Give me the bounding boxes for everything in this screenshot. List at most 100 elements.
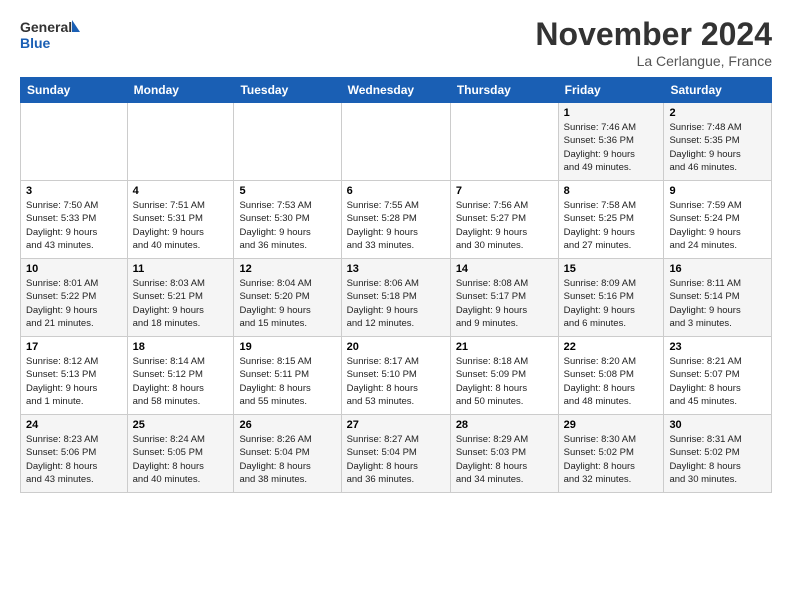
day-number: 17: [26, 341, 122, 353]
day-number: 4: [133, 185, 229, 197]
day-info: Sunrise: 8:31 AMSunset: 5:02 PMDaylight:…: [669, 433, 766, 486]
calendar-cell: 11 Sunrise: 8:03 AMSunset: 5:21 PMDayligh…: [127, 259, 234, 337]
calendar-cell: 12Sunrise: 8:04 AMSunset: 5:20 PMDayligh…: [234, 259, 341, 337]
calendar: SundayMondayTuesdayWednesdayThursdayFrid…: [20, 77, 772, 493]
day-number: 18: [133, 341, 229, 353]
day-number: 9: [669, 185, 766, 197]
day-info: Sunrise: 8:12 AMSunset: 5:13 PMDaylight:…: [26, 355, 122, 408]
weekday-header-row: SundayMondayTuesdayWednesdayThursdayFrid…: [21, 78, 772, 103]
day-info: Sunrise: 7:55 AMSunset: 5:28 PMDaylight:…: [347, 199, 445, 252]
day-info: Sunrise: 8:15 AMSunset: 5:11 PMDaylight:…: [239, 355, 335, 408]
calendar-cell: 25 Sunrise: 8:24 AMSunset: 5:05 PMDayligh…: [127, 415, 234, 493]
week-row-3: 10Sunrise: 8:01 AMSunset: 5:22 PMDayligh…: [21, 259, 772, 337]
day-info: Sunrise: 7:50 AMSunset: 5:33 PMDaylight:…: [26, 199, 122, 252]
calendar-cell: 3 Sunrise: 7:50 AMSunset: 5:33 PMDaylight…: [21, 181, 128, 259]
week-row-4: 17 Sunrise: 8:12 AMSunset: 5:13 PMDayligh…: [21, 337, 772, 415]
calendar-cell: 19 Sunrise: 8:15 AMSunset: 5:11 PMDayligh…: [234, 337, 341, 415]
day-info: Sunrise: 8:08 AMSunset: 5:17 PMDaylight:…: [456, 277, 553, 330]
weekday-header-thursday: Thursday: [450, 78, 558, 103]
day-number: 13: [347, 263, 445, 275]
calendar-cell: 30 Sunrise: 8:31 AMSunset: 5:02 PMDayligh…: [664, 415, 772, 493]
day-info: Sunrise: 8:30 AMSunset: 5:02 PMDaylight:…: [564, 433, 659, 486]
day-number: 6: [347, 185, 445, 197]
weekday-header-sunday: Sunday: [21, 78, 128, 103]
calendar-cell: 2 Sunrise: 7:48 AMSunset: 5:35 PMDaylight…: [664, 103, 772, 181]
weekday-header-monday: Monday: [127, 78, 234, 103]
day-number: 8: [564, 185, 659, 197]
calendar-cell: 21Sunrise: 8:18 AMSunset: 5:09 PMDayligh…: [450, 337, 558, 415]
calendar-cell: 17 Sunrise: 8:12 AMSunset: 5:13 PMDayligh…: [21, 337, 128, 415]
day-info: Sunrise: 8:23 AMSunset: 5:06 PMDaylight:…: [26, 433, 122, 486]
day-number: 19: [239, 341, 335, 353]
weekday-header-friday: Friday: [558, 78, 664, 103]
day-number: 10: [26, 263, 122, 275]
page: General Blue November 2024 La Cerlangue,…: [0, 0, 792, 612]
day-info: Sunrise: 8:11 AMSunset: 5:14 PMDaylight:…: [669, 277, 766, 330]
day-number: 15: [564, 263, 659, 275]
day-info: Sunrise: 7:53 AMSunset: 5:30 PMDaylight:…: [239, 199, 335, 252]
week-row-2: 3 Sunrise: 7:50 AMSunset: 5:33 PMDaylight…: [21, 181, 772, 259]
day-info: Sunrise: 7:51 AMSunset: 5:31 PMDaylight:…: [133, 199, 229, 252]
day-number: 3: [26, 185, 122, 197]
day-info: Sunrise: 8:06 AMSunset: 5:18 PMDaylight:…: [347, 277, 445, 330]
day-number: 28: [456, 419, 553, 431]
location: La Cerlangue, France: [535, 53, 772, 69]
day-number: 20: [347, 341, 445, 353]
day-info: Sunrise: 7:56 AMSunset: 5:27 PMDaylight:…: [456, 199, 553, 252]
calendar-cell: [234, 103, 341, 181]
calendar-cell: 27Sunrise: 8:27 AMSunset: 5:04 PMDayligh…: [341, 415, 450, 493]
calendar-cell: 20 Sunrise: 8:17 AMSunset: 5:10 PMDayligh…: [341, 337, 450, 415]
day-info: Sunrise: 7:58 AMSunset: 5:25 PMDaylight:…: [564, 199, 659, 252]
calendar-cell: 28 Sunrise: 8:29 AMSunset: 5:03 PMDayligh…: [450, 415, 558, 493]
week-row-1: 1 Sunrise: 7:46 AMSunset: 5:36 PMDaylight…: [21, 103, 772, 181]
logo-svg: General Blue: [20, 16, 80, 56]
svg-text:General: General: [20, 19, 72, 35]
calendar-cell: 15 Sunrise: 8:09 AMSunset: 5:16 PMDayligh…: [558, 259, 664, 337]
header: General Blue November 2024 La Cerlangue,…: [20, 16, 772, 69]
calendar-cell: 26 Sunrise: 8:26 AMSunset: 5:04 PMDayligh…: [234, 415, 341, 493]
calendar-cell: 7 Sunrise: 7:56 AMSunset: 5:27 PMDaylight…: [450, 181, 558, 259]
logo: General Blue: [20, 16, 80, 56]
day-info: Sunrise: 8:14 AMSunset: 5:12 PMDaylight:…: [133, 355, 229, 408]
day-info: Sunrise: 7:59 AMSunset: 5:24 PMDaylight:…: [669, 199, 766, 252]
day-number: 22: [564, 341, 659, 353]
day-info: Sunrise: 8:21 AMSunset: 5:07 PMDaylight:…: [669, 355, 766, 408]
calendar-cell: 8 Sunrise: 7:58 AMSunset: 5:25 PMDaylight…: [558, 181, 664, 259]
day-info: Sunrise: 8:24 AMSunset: 5:05 PMDaylight:…: [133, 433, 229, 486]
calendar-cell: [127, 103, 234, 181]
day-number: 30: [669, 419, 766, 431]
day-number: 2: [669, 107, 766, 119]
calendar-cell: 23Sunrise: 8:21 AMSunset: 5:07 PMDayligh…: [664, 337, 772, 415]
day-number: 7: [456, 185, 553, 197]
calendar-cell: 13 Sunrise: 8:06 AMSunset: 5:18 PMDayligh…: [341, 259, 450, 337]
day-number: 5: [239, 185, 335, 197]
day-info: Sunrise: 8:26 AMSunset: 5:04 PMDaylight:…: [239, 433, 335, 486]
title-section: November 2024 La Cerlangue, France: [535, 16, 772, 69]
week-row-5: 24Sunrise: 8:23 AMSunset: 5:06 PMDayligh…: [21, 415, 772, 493]
day-info: Sunrise: 8:09 AMSunset: 5:16 PMDaylight:…: [564, 277, 659, 330]
day-number: 16: [669, 263, 766, 275]
weekday-header-saturday: Saturday: [664, 78, 772, 103]
calendar-cell: 18 Sunrise: 8:14 AMSunset: 5:12 PMDayligh…: [127, 337, 234, 415]
calendar-cell: 5 Sunrise: 7:53 AMSunset: 5:30 PMDaylight…: [234, 181, 341, 259]
calendar-cell: 6 Sunrise: 7:55 AMSunset: 5:28 PMDaylight…: [341, 181, 450, 259]
day-info: Sunrise: 8:29 AMSunset: 5:03 PMDaylight:…: [456, 433, 553, 486]
calendar-cell: [450, 103, 558, 181]
calendar-cell: 24Sunrise: 8:23 AMSunset: 5:06 PMDayligh…: [21, 415, 128, 493]
svg-text:Blue: Blue: [20, 35, 51, 51]
day-info: Sunrise: 7:46 AMSunset: 5:36 PMDaylight:…: [564, 121, 659, 174]
day-number: 11: [133, 263, 229, 275]
day-number: 26: [239, 419, 335, 431]
day-info: Sunrise: 8:04 AMSunset: 5:20 PMDaylight:…: [239, 277, 335, 330]
weekday-header-tuesday: Tuesday: [234, 78, 341, 103]
day-info: Sunrise: 7:48 AMSunset: 5:35 PMDaylight:…: [669, 121, 766, 174]
day-info: Sunrise: 8:03 AMSunset: 5:21 PMDaylight:…: [133, 277, 229, 330]
calendar-cell: 16 Sunrise: 8:11 AMSunset: 5:14 PMDayligh…: [664, 259, 772, 337]
day-number: 1: [564, 107, 659, 119]
day-info: Sunrise: 8:17 AMSunset: 5:10 PMDaylight:…: [347, 355, 445, 408]
calendar-cell: 10Sunrise: 8:01 AMSunset: 5:22 PMDayligh…: [21, 259, 128, 337]
day-number: 14: [456, 263, 553, 275]
day-number: 25: [133, 419, 229, 431]
calendar-cell: [341, 103, 450, 181]
weekday-header-wednesday: Wednesday: [341, 78, 450, 103]
